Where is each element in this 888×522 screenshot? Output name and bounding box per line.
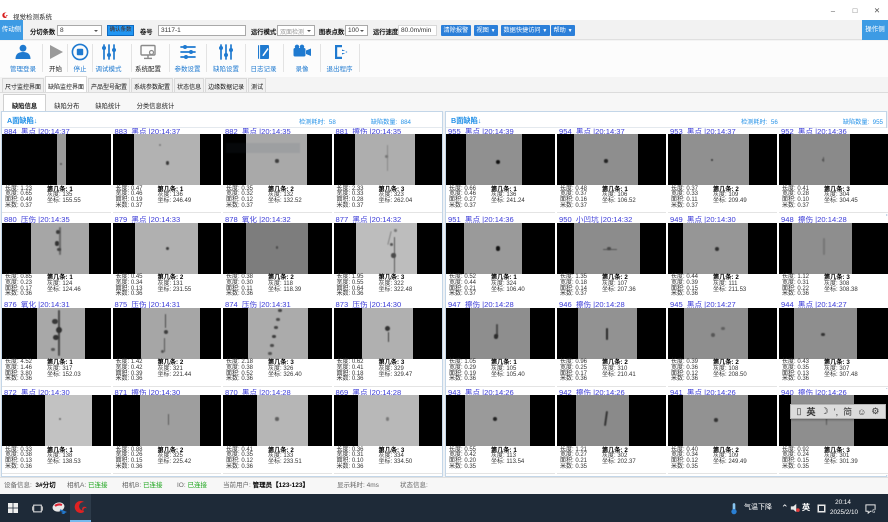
svg-text:6: 6 [872, 509, 875, 514]
